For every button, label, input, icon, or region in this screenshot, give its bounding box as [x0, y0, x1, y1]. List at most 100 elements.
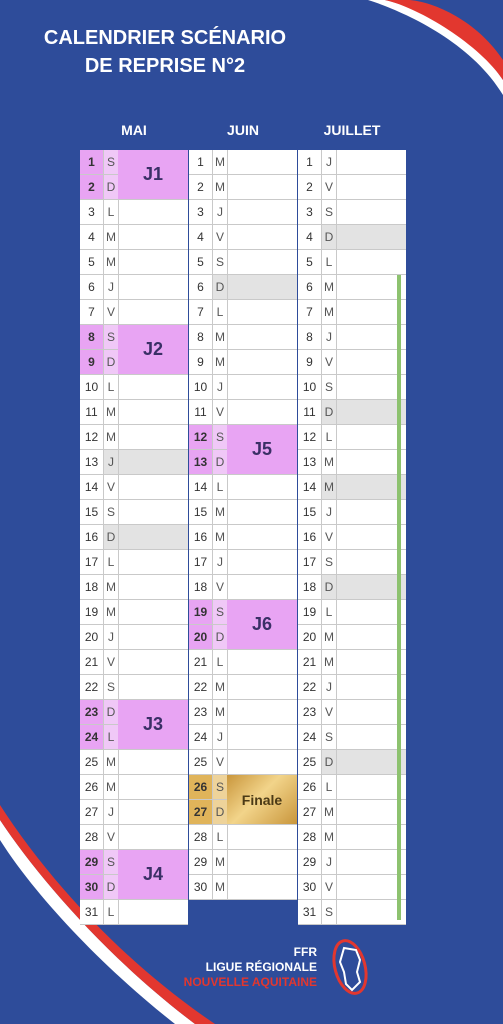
day-number: 14	[298, 475, 322, 499]
day-cell	[118, 425, 188, 449]
day-cell	[227, 550, 297, 574]
day-number: 26	[80, 775, 104, 799]
day-row: 3J	[189, 200, 297, 225]
weekday-letter: J	[217, 555, 223, 569]
weekday-letter: S	[324, 555, 333, 569]
day-number: 27	[298, 800, 322, 824]
day-row: 7V	[80, 300, 188, 325]
day-row: 16 V	[298, 525, 406, 550]
summer-period-bar	[397, 275, 401, 920]
day-row: 8M	[189, 325, 297, 350]
day-cell	[336, 300, 406, 324]
day-number: 25	[298, 750, 322, 774]
day-number: 9	[298, 350, 322, 374]
day-cell	[118, 525, 188, 549]
weekday-letter: S	[324, 205, 333, 219]
day-number: 4	[80, 225, 104, 249]
day-number: 27	[189, 800, 213, 824]
day-cell	[118, 675, 188, 699]
day-cell	[336, 350, 406, 374]
day-cell	[336, 900, 406, 924]
weekday-letter: S	[324, 905, 333, 919]
weekday-letter: J	[108, 630, 114, 644]
day-number: 21	[298, 650, 322, 674]
day-row: 31 S	[298, 900, 406, 925]
weekday-letter: D	[213, 275, 227, 299]
day-number: 17	[80, 550, 104, 574]
weekday-letter: M	[106, 430, 116, 444]
weekday-letter: L	[107, 205, 115, 219]
day-row: 23 M	[189, 700, 297, 725]
day-cell	[227, 725, 297, 749]
weekday-letter: S	[213, 775, 227, 799]
day-cell	[118, 650, 188, 674]
day-cell	[227, 650, 297, 674]
weekday-letter: M	[324, 630, 334, 644]
logo-line-ligue: LIGUE RÉGIONALE	[205, 960, 317, 974]
weekday-letter: S	[104, 850, 118, 874]
day-number: 26	[189, 775, 213, 799]
day-cell	[227, 575, 297, 599]
day-cell	[118, 575, 188, 599]
day-number: 5	[80, 250, 104, 274]
day-row: 18 V	[189, 575, 297, 600]
day-row: 31 L	[80, 900, 188, 925]
weekday-letter: S	[213, 600, 227, 624]
day-row: 20 J	[80, 625, 188, 650]
day-cell	[336, 150, 406, 174]
day-cell	[118, 550, 188, 574]
day-number: 22	[80, 675, 104, 699]
day-number: 6	[189, 275, 213, 299]
day-cell	[118, 250, 188, 274]
day-number: 21	[189, 650, 213, 674]
day-number: 6	[80, 275, 104, 299]
day-number: 23	[298, 700, 322, 724]
weekday-letter: V	[106, 305, 115, 319]
day-cell	[336, 875, 406, 899]
weekday-letter: L	[216, 480, 224, 494]
day-row: 28 L	[189, 825, 297, 850]
day-number: 18	[189, 575, 213, 599]
title-line-2: DE REPRISE N°2	[84, 55, 246, 77]
day-row: 24 J	[189, 725, 297, 750]
day-cell	[227, 250, 297, 274]
day-row: 5S	[189, 250, 297, 275]
day-cell	[118, 225, 188, 249]
day-cell	[227, 525, 297, 549]
weekday-letter: M	[324, 455, 334, 469]
weekday-letter: L	[216, 305, 224, 319]
day-number: 18	[298, 575, 322, 599]
day-number: 3	[80, 200, 104, 224]
day-row: 2M	[189, 175, 297, 200]
day-cell	[336, 450, 406, 474]
weekday-letter: D	[104, 875, 118, 899]
calendar-column-mai: 1 S 2 D 3 L 4 M 5 M 6 J 7 V 8 S 9 D 10 L 11 M 12 M 13 J 14 V 15 S 16 D 1…	[80, 150, 188, 925]
day-number: 10	[189, 375, 213, 399]
day-cell	[336, 400, 406, 424]
day-number: 4	[189, 225, 213, 249]
day-cell	[336, 625, 406, 649]
weekday-letter: M	[215, 330, 225, 344]
day-number: 11	[80, 400, 104, 424]
day-cell	[336, 775, 406, 799]
finale-event: Finale	[227, 775, 297, 824]
day-row: 19 L	[298, 600, 406, 625]
day-cell	[336, 600, 406, 624]
day-row: 10 J	[189, 375, 297, 400]
day-row: 14 L	[189, 475, 297, 500]
weekday-letter: M	[215, 705, 225, 719]
day-number: 29	[298, 850, 322, 874]
weekday-letter: M	[215, 180, 225, 194]
day-cell	[118, 600, 188, 624]
day-number: 1	[80, 150, 104, 174]
day-number: 22	[298, 675, 322, 699]
weekday-letter: L	[104, 725, 118, 749]
weekday-letter: M	[215, 880, 225, 894]
match-day-event: J3	[118, 700, 188, 749]
day-row: 11 D	[298, 400, 406, 425]
day-cell	[118, 800, 188, 824]
day-row: 10 L	[80, 375, 188, 400]
day-row: 15 M	[189, 500, 297, 525]
weekday-letter: M	[106, 780, 116, 794]
weekday-letter: V	[215, 755, 224, 769]
